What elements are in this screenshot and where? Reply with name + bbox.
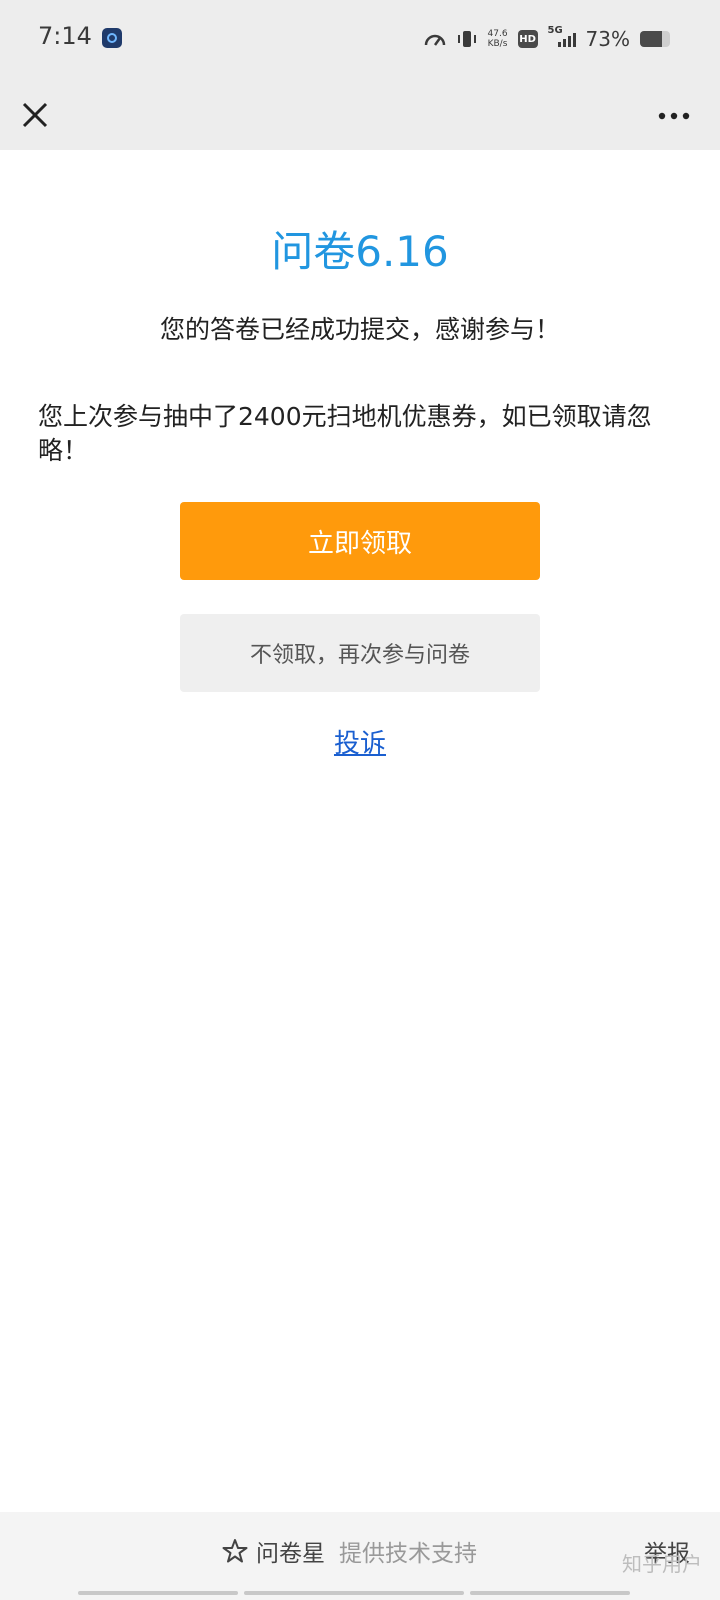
success-message: 您的答卷已经成功提交，感谢参与！: [159, 315, 560, 344]
more-options-button[interactable]: [648, 90, 700, 138]
close-icon: [22, 102, 48, 128]
battery-icon: [640, 31, 670, 47]
status-time: 7:14: [38, 22, 92, 50]
footer-support-text: 提供技术支持: [339, 1541, 477, 1567]
vibrate-icon: [457, 31, 476, 47]
footer-brand: 问卷星: [256, 1541, 325, 1567]
nav-bar: [0, 78, 720, 150]
hd-badge: HD: [517, 30, 538, 48]
status-indicators: 47.6 KB/s HD 5G 73%: [424, 24, 670, 54]
signal-indicator: 5G: [548, 25, 576, 47]
speedometer-icon: [424, 34, 445, 46]
battery-percent: 73%: [585, 27, 630, 51]
gesture-bar-segment: [78, 1591, 238, 1595]
footer: 问卷星 提供技术支持 举报: [0, 1512, 720, 1600]
more-icon: [658, 112, 690, 120]
complaint-link[interactable]: 投诉: [334, 729, 386, 759]
network-type-label: 5G: [547, 25, 563, 36]
prize-message: 您上次参与抽中了2400元扫地机优惠券，如已领取请忽略！: [38, 402, 652, 465]
complaint-link-wrap: 投诉: [0, 723, 720, 760]
app-notification-icon: [102, 28, 122, 48]
footer-credit: 问卷星 提供技术支持: [222, 1534, 477, 1568]
watermark: 知乎用户: [622, 1552, 702, 1576]
network-speed-value: 47.6: [487, 29, 508, 39]
gesture-bar-segment: [470, 1591, 630, 1595]
network-speed: 47.6 KB/s: [488, 29, 508, 49]
gesture-bar-segment: [244, 1591, 464, 1595]
claim-now-button[interactable]: 立即领取: [180, 502, 540, 580]
status-bar: 7:14 47.6 KB/s HD 5G 73%: [0, 0, 720, 78]
close-button[interactable]: [18, 88, 70, 140]
battery-level-fill: [640, 31, 662, 47]
page-title: 问卷6.16: [271, 227, 449, 276]
network-speed-unit: KB/s: [487, 39, 508, 49]
decline-retake-button[interactable]: 不领取，再次参与问卷: [180, 614, 540, 692]
star-icon: [222, 1539, 248, 1563]
